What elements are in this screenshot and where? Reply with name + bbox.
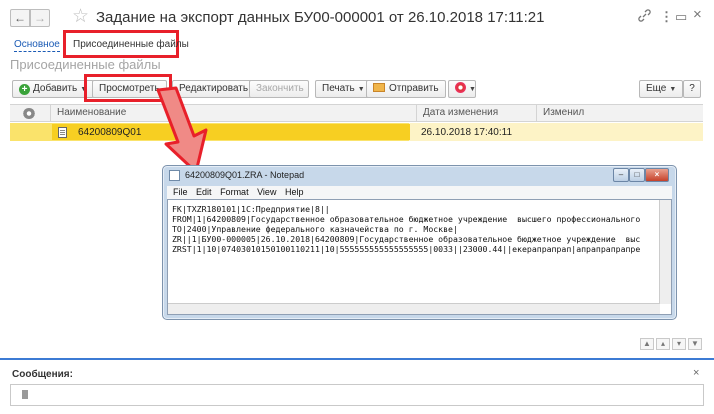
- pin-icon[interactable]: [22, 390, 28, 399]
- caret-down-icon: ▼: [357, 86, 365, 93]
- add-label: Добавить: [33, 83, 78, 94]
- back-arrow-icon[interactable]: ←: [10, 9, 30, 27]
- notepad-app-icon: [169, 170, 180, 181]
- menu-file[interactable]: File: [173, 186, 188, 199]
- file-icon: [58, 127, 67, 138]
- divider: [0, 358, 714, 360]
- menu-format[interactable]: Format: [220, 186, 249, 199]
- caret-down-icon: ▼: [469, 86, 476, 93]
- tab-main[interactable]: Основное: [14, 39, 60, 52]
- vertical-scrollbar[interactable]: [659, 200, 671, 304]
- file-date: 26.10.2018 17:40:11: [421, 127, 513, 138]
- favorite-star-icon[interactable]: ☆: [72, 5, 89, 28]
- scroll-down-icon[interactable]: ▾: [672, 338, 686, 350]
- minimize-icon[interactable]: –: [613, 168, 629, 182]
- menu-edit[interactable]: Edit: [196, 186, 212, 199]
- text-line: ZRST|1|10|07403010150100110211|10|555555…: [172, 244, 641, 254]
- link-icon[interactable]: [638, 9, 651, 25]
- menu-help[interactable]: Help: [285, 186, 304, 199]
- finish-button[interactable]: Закончить: [249, 80, 309, 98]
- column-header-date[interactable]: Дата изменения: [416, 105, 536, 122]
- messages-panel: [10, 384, 704, 406]
- window-title: Задание на экспорт данных БУ00-000001 от…: [96, 9, 545, 26]
- plus-icon: +: [19, 84, 30, 95]
- maximize-icon[interactable]: ▭: [675, 9, 687, 25]
- scroll-up-icon[interactable]: ▴: [656, 338, 670, 350]
- more-menu-icon[interactable]: ⋮: [660, 9, 673, 25]
- add-button[interactable]: + Добавить ▼: [12, 80, 95, 98]
- column-header-changed-by[interactable]: Изменил: [536, 105, 703, 122]
- settings-icon[interactable]: [23, 108, 35, 119]
- table-header: Наименование Дата изменения Изменил: [10, 104, 703, 122]
- caret-down-icon: ▼: [669, 86, 677, 93]
- notepad-text-area[interactable]: FK|TXZR180101|1С:Предприятие|8|| FROM|1|…: [167, 199, 672, 315]
- close-icon[interactable]: ×: [645, 168, 669, 182]
- messages-title: Сообщения:: [12, 369, 73, 380]
- send-label: Отправить: [389, 83, 439, 94]
- notepad-title: 64200809Q01.ZRA - Notepad: [185, 170, 305, 180]
- text-line: FROM|1|64200809|Государственное образова…: [172, 214, 641, 224]
- file-name: 64200809Q01: [78, 127, 142, 138]
- more-label: Еще: [646, 83, 667, 94]
- section-title: Присоединенные файлы: [10, 57, 161, 72]
- close-icon[interactable]: ×: [693, 6, 702, 23]
- column-header-name[interactable]: Наименование: [50, 105, 416, 122]
- scroll-first-icon[interactable]: ▲: [640, 338, 654, 350]
- text-line: TO|2400|Управление федерального казначей…: [172, 224, 458, 234]
- scroll-last-icon[interactable]: ▼: [688, 338, 702, 350]
- menu-view[interactable]: View: [257, 186, 276, 199]
- send-button[interactable]: Отправить: [366, 80, 446, 98]
- print-label: Печать: [322, 83, 355, 94]
- tab-attached-files[interactable]: Присоединенные файлы: [63, 30, 189, 58]
- text-line: FK|TXZR180101|1С:Предприятие|8||: [172, 204, 330, 214]
- help-button[interactable]: ?: [683, 80, 701, 98]
- text-line: ZR||1|БУ00-000005|26.10.2018|64200809|Го…: [172, 234, 641, 244]
- notepad-menu-bar: File Edit Format View Help: [167, 186, 672, 199]
- notepad-window[interactable]: 64200809Q01.ZRA - Notepad – □ × File Edi…: [162, 165, 677, 320]
- more-button[interactable]: Еще ▼: [639, 80, 684, 98]
- envelope-icon: [373, 83, 385, 92]
- title-bar: ← → ☆ Задание на экспорт данных БУ00-000…: [0, 0, 714, 34]
- close-icon[interactable]: ×: [693, 367, 699, 379]
- settings-button[interactable]: ▼: [448, 80, 476, 98]
- print-button[interactable]: Печать ▼: [315, 80, 372, 98]
- gear-icon: [455, 82, 466, 93]
- maximize-icon[interactable]: □: [629, 168, 645, 182]
- horizontal-scrollbar[interactable]: [168, 303, 660, 314]
- forward-arrow-icon[interactable]: →: [30, 9, 50, 27]
